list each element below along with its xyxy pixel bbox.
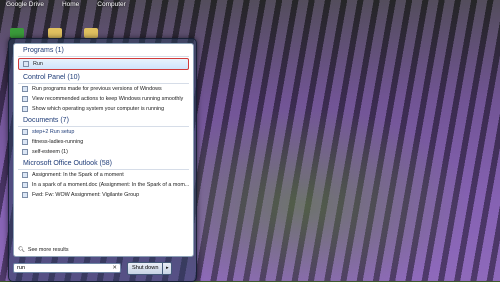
result-label: self-esteem (1) [32,149,68,155]
see-more-label: See more results [27,247,69,253]
start-search-box[interactable]: ✕ [13,263,121,273]
see-more-results-link[interactable]: 🔍︎ See more results [18,247,69,253]
result-label: Assignment: In the Spark of a moment [32,172,124,178]
result-label: Show which operating system your compute… [32,106,165,112]
start-menu: Programs (1) Run Control Panel (10) Run … [8,38,197,282]
result-document[interactable]: self-esteem (1) [14,147,193,157]
desktop-label-google-drive[interactable]: Google Drive [6,0,44,18]
desktop-label-home[interactable]: Home [62,0,79,18]
search-row: ✕ Shut down ▸ [13,261,192,275]
result-run[interactable]: Run [18,58,189,70]
attachment-icon [22,182,28,188]
search-results-panel: Programs (1) Run Control Panel (10) Run … [13,43,194,257]
result-document[interactable]: fitness-ladies-running [14,137,193,147]
result-label: step+2 Run setup [32,129,75,135]
google-drive-icon[interactable] [10,28,24,38]
folder-icon[interactable] [84,28,98,38]
shutdown-button-group: Shut down ▸ [127,261,173,275]
result-os-info[interactable]: Show which operating system your compute… [14,104,193,114]
document-icon [22,139,28,145]
result-label: Run [33,61,43,67]
result-document[interactable]: step+2 Run setup [14,127,193,137]
result-compat-programs[interactable]: Run programs made for previous versions … [14,84,193,94]
result-label: Fwd: Fw: WOW Assignment: Vigilante Group [32,192,140,198]
search-icon: 🔍︎ [18,247,25,253]
chevron-right-icon[interactable]: ▸ [162,262,171,274]
result-label: fitness-ladies-running [32,139,84,145]
control-panel-icon [22,86,28,92]
flag-icon [22,96,28,102]
section-header-control-panel: Control Panel (10) [18,71,189,84]
clear-search-icon[interactable]: ✕ [112,265,117,271]
folder-icon[interactable] [48,28,62,38]
result-label: Run programs made for previous versions … [32,86,162,92]
section-header-outlook: Microsoft Office Outlook (58) [18,157,189,170]
result-label: View recommended actions to keep Windows… [32,96,184,102]
result-outlook[interactable]: Fwd: Fw: WOW Assignment: Vigilante Group [14,190,193,200]
desktop-shortcuts: Google Drive Home Computer [0,0,126,18]
search-input[interactable] [17,265,107,271]
shutdown-button[interactable]: Shut down [128,263,162,274]
section-header-programs: Programs (1) [18,44,189,57]
result-outlook[interactable]: In a spark of a moment.doc (Assignment: … [14,180,193,190]
result-outlook[interactable]: Assignment: In the Spark of a moment [14,170,193,180]
section-header-documents: Documents (7) [18,114,189,127]
result-recommended-actions[interactable]: View recommended actions to keep Windows… [14,94,193,104]
windows-icon [22,106,28,112]
result-label: In a spark of a moment.doc (Assignment: … [32,182,190,188]
run-icon [23,61,29,67]
desktop-label-computer[interactable]: Computer [97,0,126,18]
document-icon [22,129,28,135]
envelope-icon [22,192,28,198]
envelope-icon [22,172,28,178]
document-icon [22,149,28,155]
